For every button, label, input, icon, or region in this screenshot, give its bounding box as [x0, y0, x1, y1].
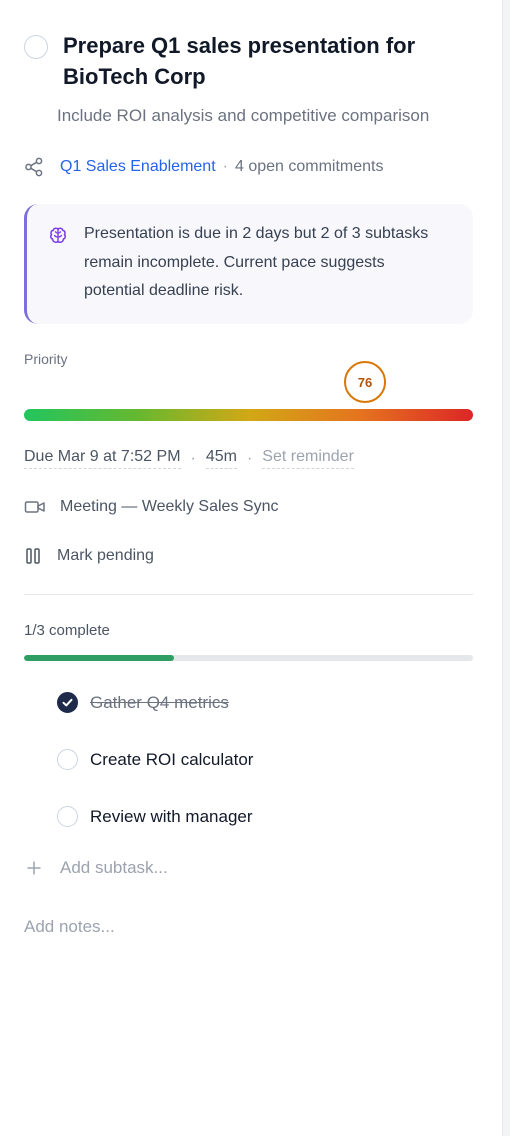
- subtask-item[interactable]: Gather Q4 metrics: [57, 692, 229, 713]
- subtask-checkbox[interactable]: [57, 806, 78, 827]
- video-camera-icon: [24, 501, 45, 513]
- checkmark-icon: [62, 698, 73, 707]
- due-date-button[interactable]: Due Mar 9 at 7:52 PM: [24, 448, 181, 469]
- plus-icon: [27, 861, 41, 875]
- priority-slider-handle[interactable]: 76: [344, 361, 386, 403]
- complete-task-checkbox[interactable]: [24, 35, 48, 59]
- subtask-progress-label: 1/3 complete: [24, 622, 110, 639]
- separator-dot: ·: [190, 449, 196, 467]
- project-link[interactable]: Q1 Sales Enablement: [60, 158, 216, 176]
- set-reminder-button[interactable]: Set reminder: [262, 448, 354, 469]
- ai-insight-card: Presentation is due in 2 days but 2 of 3…: [24, 204, 473, 324]
- task-detail-panel: Prepare Q1 sales presentation for BioTec…: [0, 0, 502, 1136]
- mark-pending-button[interactable]: Mark pending: [24, 547, 154, 565]
- subtask-label: Gather Q4 metrics: [90, 692, 229, 712]
- task-header: Prepare Q1 sales presentation for BioTec…: [24, 30, 474, 92]
- separator-dot: ·: [222, 158, 228, 175]
- add-subtask-placeholder: Add subtask...: [60, 858, 168, 877]
- separator-dot: ·: [246, 449, 253, 467]
- schedule-row: Due Mar 9 at 7:52 PM · 45m · Set reminde…: [24, 448, 354, 469]
- subtask-label: Create ROI calculator: [90, 749, 254, 769]
- meeting-link[interactable]: Meeting — Weekly Sales Sync: [24, 498, 278, 516]
- subtask-item[interactable]: Create ROI calculator: [57, 749, 253, 770]
- brain-icon: [50, 227, 66, 243]
- priority-slider-track[interactable]: [24, 409, 473, 421]
- share-icon: [25, 157, 43, 177]
- task-description[interactable]: Include ROI analysis and competitive com…: [57, 106, 429, 126]
- mark-pending-label: Mark pending: [57, 547, 154, 564]
- insight-text: Presentation is due in 2 days but 2 of 3…: [84, 225, 429, 299]
- subtask-progress-fill: [24, 655, 174, 661]
- panel-scroll-edge: [502, 0, 510, 1136]
- subtask-checkbox[interactable]: [57, 692, 78, 713]
- subtask-item[interactable]: Review with manager: [57, 806, 253, 827]
- duration-button[interactable]: 45m: [205, 448, 237, 469]
- subtask-label: Review with manager: [90, 806, 253, 826]
- notes-field[interactable]: Add notes...: [24, 917, 115, 937]
- pause-icon: [26, 548, 40, 564]
- divider: [24, 594, 473, 595]
- open-commitments-count[interactable]: 4 open commitments: [235, 158, 384, 176]
- add-subtask-input[interactable]: Add subtask...: [24, 858, 168, 878]
- project-row: Q1 Sales Enablement · 4 open commitments: [24, 157, 384, 177]
- subtask-checkbox[interactable]: [57, 749, 78, 770]
- subtask-progress-bar: [24, 655, 473, 661]
- priority-label: Priority: [24, 351, 68, 367]
- task-title[interactable]: Prepare Q1 sales presentation for BioTec…: [63, 30, 474, 92]
- meeting-label: Meeting — Weekly Sales Sync: [60, 498, 279, 515]
